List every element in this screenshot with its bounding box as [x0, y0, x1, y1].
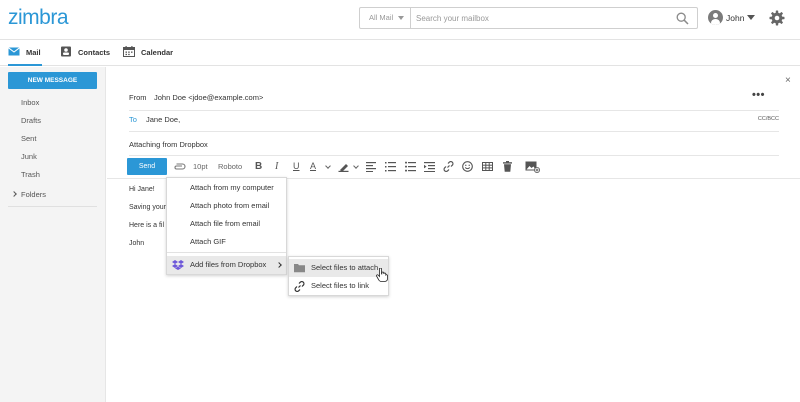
- font-color-button[interactable]: A: [310, 158, 334, 175]
- chevron-down-icon: [325, 163, 331, 169]
- attach-photo-from-email-item[interactable]: Attach photo from email: [167, 197, 286, 215]
- select-files-to-link-label: Select files to link: [311, 281, 369, 290]
- new-message-button[interactable]: NEW MESSAGE: [8, 72, 97, 89]
- calendar-icon: [123, 46, 135, 57]
- sidebar-item-drafts[interactable]: Drafts: [21, 116, 41, 125]
- mail-icon: [8, 47, 20, 56]
- from-value[interactable]: John Doe <jdoe@example.com>: [154, 93, 263, 102]
- font-size-select[interactable]: 10pt: [193, 158, 208, 175]
- sidebar: NEW MESSAGE Inbox Drafts Sent Junk Trash…: [0, 67, 106, 402]
- indent-icon: [424, 162, 435, 172]
- folders-toggle-label: Folders: [21, 190, 47, 199]
- attach-menu: Attach from my computer Attach photo fro…: [166, 177, 287, 275]
- tab-calendar[interactable]: Calendar: [123, 40, 173, 66]
- folder-icon: [294, 264, 305, 273]
- tab-contacts-label: Contacts: [78, 48, 111, 57]
- select-files-to-link-item[interactable]: Select files to link: [289, 277, 388, 295]
- chevron-down-icon: [747, 15, 755, 20]
- select-files-to-attach-item[interactable]: Select files to attach: [289, 259, 388, 277]
- sidebar-item-trash[interactable]: Trash: [21, 170, 40, 179]
- hand-pointer-icon: [376, 268, 388, 282]
- app-tabs: Mail Contacts Calendar: [0, 40, 800, 66]
- trash-icon: [503, 161, 512, 172]
- gear-icon[interactable]: [769, 10, 785, 26]
- to-field[interactable]: Jane Doe,: [146, 115, 180, 124]
- cc-bcc-button[interactable]: CC/BCC: [758, 116, 779, 122]
- from-row: From John Doe <jdoe@example.com> •••: [129, 85, 779, 111]
- to-row: To Jane Doe, CC/BCC: [129, 111, 779, 132]
- attach-button[interactable]: [173, 158, 187, 175]
- align-button[interactable]: [366, 158, 378, 175]
- underline-button[interactable]: U: [293, 158, 300, 175]
- highlighter-icon: [338, 164, 349, 172]
- bold-button[interactable]: B: [255, 158, 262, 175]
- font-color-label: A: [310, 161, 317, 171]
- top-bar: zimbra All Mail John: [0, 0, 800, 40]
- link-icon: [443, 161, 454, 172]
- align-left-icon: [366, 162, 376, 172]
- search-scope-label: All Mail: [369, 13, 394, 22]
- delete-button[interactable]: [502, 158, 514, 175]
- to-label[interactable]: To: [129, 115, 137, 124]
- menu-divider: [167, 252, 286, 253]
- tab-mail[interactable]: Mail: [8, 40, 42, 66]
- attach-file-from-email-item[interactable]: Attach file from email: [167, 215, 286, 233]
- link-button[interactable]: [443, 158, 455, 175]
- chevron-down-icon: [398, 16, 404, 20]
- paperclip-icon: [174, 163, 186, 170]
- tab-calendar-label: Calendar: [141, 48, 174, 57]
- highlight-color-button[interactable]: [338, 158, 362, 175]
- add-files-from-dropbox-item[interactable]: Add files from Dropbox: [167, 256, 286, 274]
- folders-toggle[interactable]: Folders: [11, 190, 47, 199]
- chevron-down-icon: [353, 163, 359, 169]
- body-line[interactable]: Saving your: [129, 204, 166, 211]
- close-icon[interactable]: ×: [785, 75, 791, 86]
- body-line[interactable]: Here is a fil: [129, 222, 164, 229]
- font-family-select[interactable]: Roboto: [218, 158, 242, 175]
- insert-image-button[interactable]: [525, 158, 541, 175]
- search-icon[interactable]: [676, 12, 689, 25]
- indent-button[interactable]: [424, 158, 436, 175]
- sidebar-item-inbox[interactable]: Inbox: [21, 98, 39, 107]
- dropbox-icon: [172, 260, 184, 270]
- search-bar: All Mail: [359, 7, 698, 29]
- search-scope-dropdown[interactable]: All Mail: [360, 8, 411, 28]
- emoji-icon: [462, 161, 473, 172]
- sidebar-divider: [8, 206, 97, 207]
- numbered-list-button[interactable]: [385, 158, 397, 175]
- chevron-right-icon: [11, 191, 17, 197]
- subject-field[interactable]: Attaching from Dropbox: [129, 140, 208, 149]
- table-button[interactable]: [482, 158, 494, 175]
- link-icon: [294, 281, 305, 292]
- bullet-list-button[interactable]: [405, 158, 417, 175]
- bullet-list-icon: [405, 161, 416, 172]
- sidebar-item-sent[interactable]: Sent: [21, 134, 36, 143]
- italic-button[interactable]: I: [275, 158, 278, 175]
- format-toolbar: Send 10pt Roboto B I U A: [127, 158, 779, 176]
- from-label: From: [129, 93, 147, 102]
- dropbox-submenu: Select files to attach Select files to l…: [288, 256, 389, 296]
- select-files-to-attach-label: Select files to attach: [311, 263, 379, 272]
- tab-contacts[interactable]: Contacts: [60, 40, 110, 66]
- body-line[interactable]: John: [129, 240, 144, 247]
- chevron-right-icon: [276, 262, 282, 268]
- avatar: [708, 10, 723, 25]
- tab-mail-label: Mail: [26, 48, 41, 57]
- attach-gif-item[interactable]: Attach GIF: [167, 233, 286, 251]
- table-icon: [482, 162, 493, 171]
- body-line[interactable]: Hi Jane!: [129, 186, 155, 193]
- attach-from-computer-item[interactable]: Attach from my computer: [167, 179, 286, 197]
- user-name: John: [726, 13, 745, 23]
- search-input[interactable]: [416, 10, 666, 26]
- dropbox-item-label: Add files from Dropbox: [190, 260, 267, 269]
- more-options-icon[interactable]: •••: [752, 89, 765, 101]
- numbered-list-icon: [385, 162, 396, 172]
- zimbra-logo[interactable]: zimbra: [8, 6, 69, 30]
- image-icon: [525, 161, 540, 173]
- emoji-button[interactable]: [462, 158, 474, 175]
- subject-row: Attaching from Dropbox: [129, 132, 779, 156]
- sidebar-item-junk[interactable]: Junk: [21, 152, 37, 161]
- contacts-icon: [61, 46, 71, 57]
- send-button[interactable]: Send: [127, 158, 167, 175]
